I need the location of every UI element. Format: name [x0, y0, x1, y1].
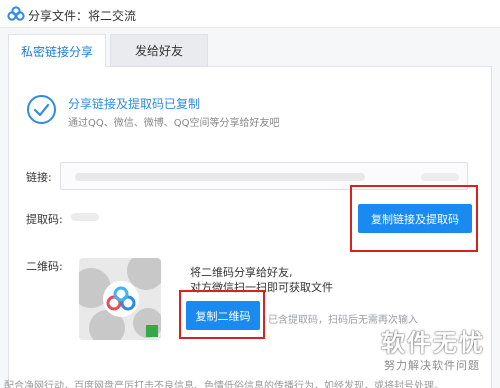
code-value — [69, 208, 103, 226]
watermark-title: 软件无忧 — [381, 329, 485, 357]
qr-hint-line1: 将二维码分享给好友, — [190, 266, 293, 279]
window-title: 分享文件：将二交流 — [28, 9, 137, 23]
link-blurred-tail — [421, 173, 459, 181]
link-label: 链接: — [26, 171, 52, 184]
copy-qr-code-button[interactable]: 复制二维码 — [186, 301, 260, 330]
copy-link-and-code-button[interactable]: 复制链接及提取码 — [358, 204, 472, 233]
success-title: 分享链接及提取码已复制 — [68, 97, 201, 111]
code-blurred-text — [71, 213, 99, 221]
link-blurred-text — [75, 173, 365, 181]
footer-notice: 配合净网行动，百度网盘严厉打击不良信息、色情低俗信息的传播行为，如经发现，或将封… — [4, 381, 444, 388]
qr-badge-icon — [146, 325, 158, 337]
qr-label: 二维码: — [26, 260, 63, 273]
watermark-subtitle: 努力解决软件问题 — [384, 359, 480, 372]
success-subtitle: 通过QQ、微信、微博、QQ空间等分享给好友吧 — [68, 118, 280, 129]
code-label: 提取码: — [26, 213, 63, 226]
qr-center-logo-icon — [103, 281, 139, 317]
check-circle-icon — [27, 95, 56, 124]
title-bar: 分享文件：将二交流 — [0, 0, 500, 28]
tab-bar: 私密链接分享 发给好友 — [0, 28, 500, 67]
tab-send-to-friend[interactable]: 发给好友 — [110, 34, 208, 66]
tab-private-link[interactable]: 私密链接分享 — [8, 34, 106, 67]
baidu-netdisk-logo-icon — [7, 6, 25, 21]
